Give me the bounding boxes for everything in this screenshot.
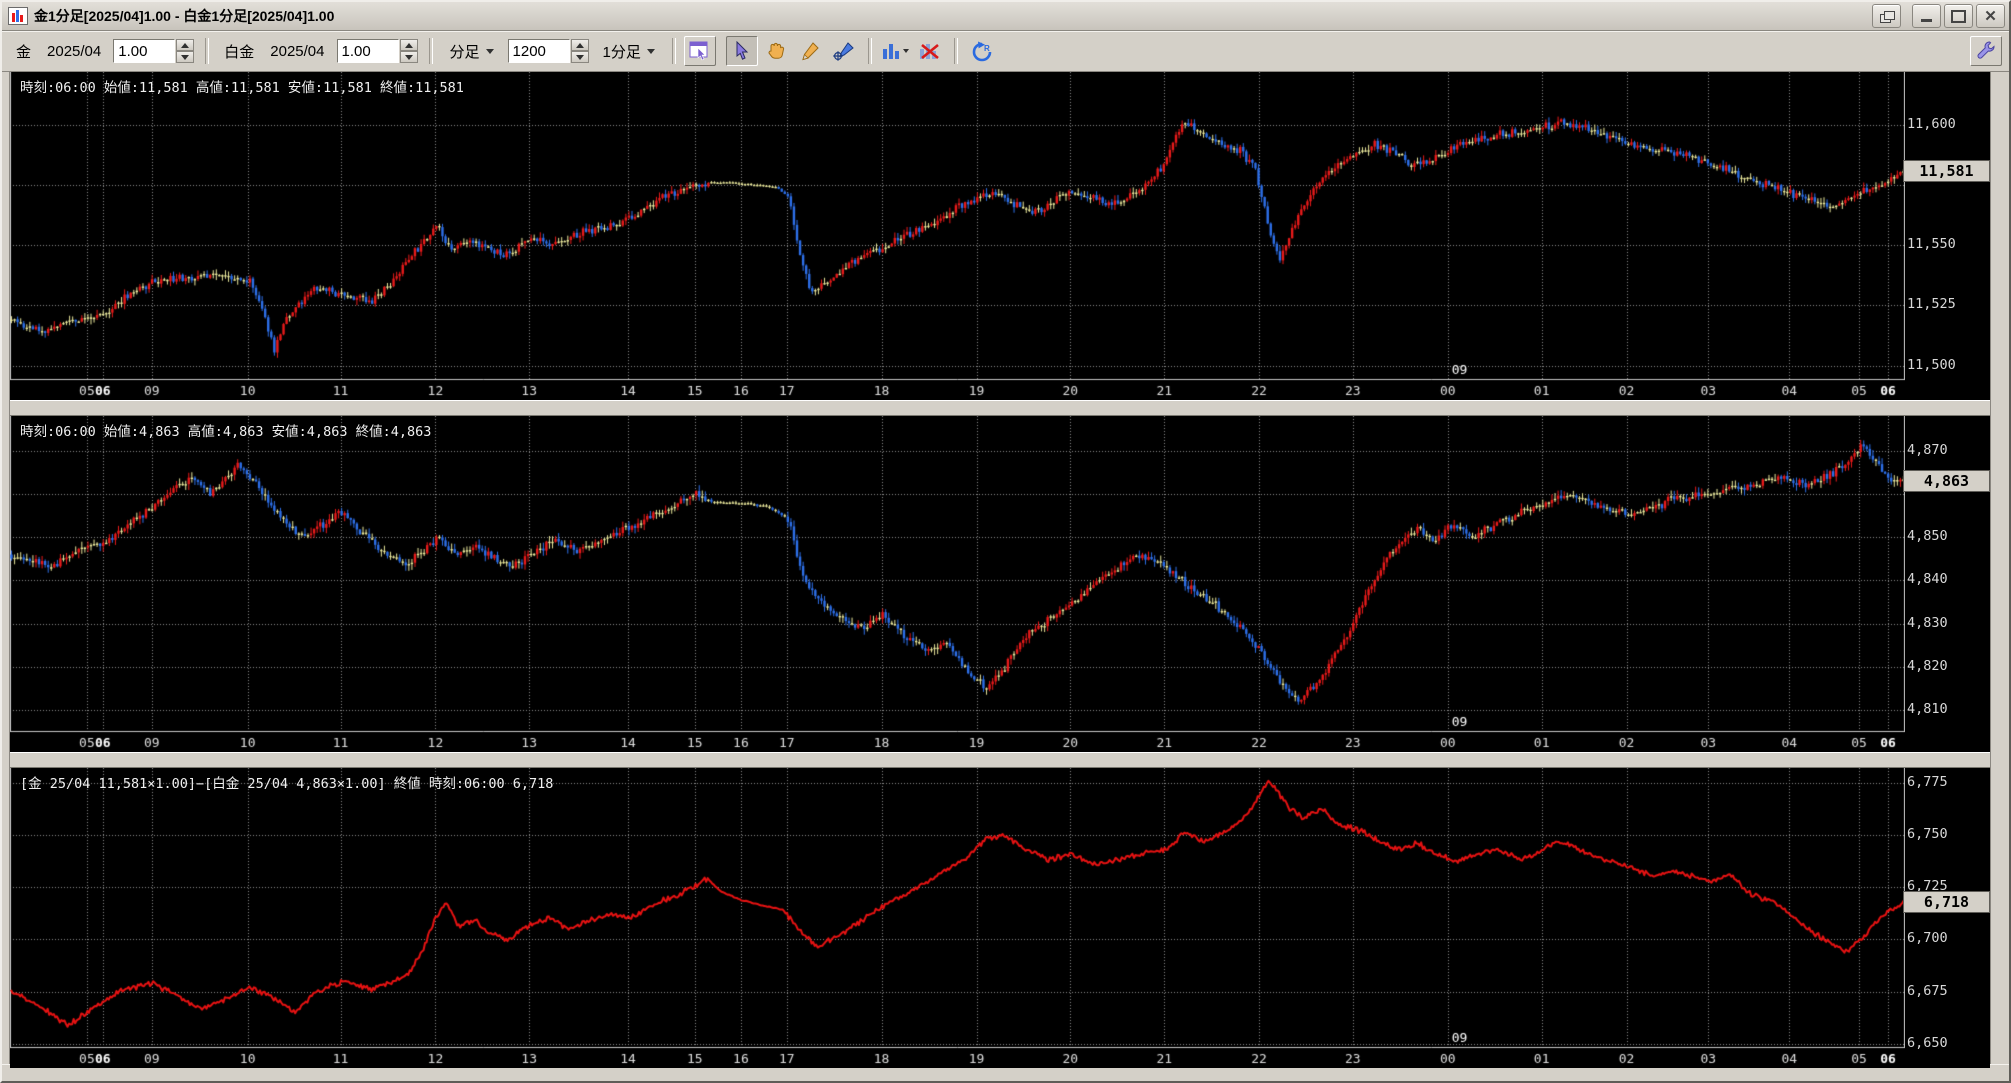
pan-hand-icon — [768, 42, 784, 59]
chart-type-button[interactable] — [880, 36, 912, 66]
delete-drawing-icon — [919, 43, 939, 60]
price-tick-label: 4,820 — [1907, 658, 1948, 675]
price-tick-label: 4,830 — [1907, 614, 1948, 631]
cascade-windows-button[interactable] — [1872, 4, 1901, 28]
platinum-multiplier-spinner — [336, 39, 418, 63]
platinum-multiplier-up-button[interactable] — [399, 39, 418, 51]
minimize-icon — [1921, 18, 1932, 22]
period-type-dropdown[interactable]: 分足 — [443, 37, 501, 66]
pencil-icon — [802, 42, 819, 61]
price-tick-label: 4,850 — [1907, 528, 1948, 545]
gold-current-price-box: 11,581 — [1903, 159, 1990, 182]
maximize-icon — [1951, 9, 1966, 23]
gold-candlestick-canvas[interactable] — [10, 72, 1905, 400]
price-tick-label: 6,700 — [1907, 930, 1948, 947]
pan-hand-button[interactable] — [760, 36, 792, 66]
price-tick-label: 4,810 — [1907, 701, 1948, 718]
bar-count-input[interactable] — [507, 39, 570, 63]
maximize-button[interactable] — [1944, 4, 1973, 28]
gold-month-label: 2025/04 — [47, 42, 102, 60]
left-border — [2, 72, 10, 1064]
gold-symbol-label: 金 — [16, 43, 32, 61]
platinum-multiplier-input[interactable] — [336, 39, 399, 63]
period-type-label: 分足 — [449, 43, 480, 61]
platinum-multiplier-down-button[interactable] — [399, 51, 418, 63]
chart-panel-platinum: 時刻:06:00 始値:4,863 高値:4,863 安値:4,863 終値:4… — [10, 416, 1990, 752]
interval-label: 1分足 — [602, 43, 641, 61]
bar-count-up-button[interactable] — [570, 39, 589, 51]
data-window-icon — [689, 41, 708, 61]
toolbar: 金 2025/04 白金 2025/04 分足 — [2, 31, 2009, 72]
window-title: 金1分足[2025/04]1.00 - 白金1分足[2025/04]1.00 — [34, 8, 335, 24]
panel-separator[interactable] — [10, 752, 1990, 768]
select-cursor-icon — [736, 41, 749, 60]
settings-button[interactable] — [1970, 36, 2002, 66]
gold-multiplier-input[interactable] — [113, 39, 176, 63]
gold-ohlc-readout: 時刻:06:00 始値:11,581 高値:11,581 安値:11,581 終… — [20, 80, 464, 96]
price-tick-label: 6,650 — [1907, 1034, 1948, 1051]
chevron-down-icon — [485, 48, 494, 54]
svg-text:R: R — [984, 44, 990, 53]
toolbar-separator — [671, 38, 676, 64]
chart-region: 時刻:06:00 始値:11,581 高値:11,581 安値:11,581 終… — [2, 72, 2009, 1081]
platinum-candlestick-canvas[interactable] — [10, 416, 1905, 752]
gold-multiplier-down-button[interactable] — [176, 51, 195, 63]
toolbar-separator — [205, 38, 210, 64]
refresh-button[interactable]: R — [966, 36, 998, 66]
spread-current-price-box: 6,718 — [1903, 890, 1990, 913]
spread-formula-readout: [金 25/04 11,581×1.00]−[白金 25/04 4,863×1.… — [20, 776, 554, 792]
settings-wrench-icon — [1977, 41, 1995, 59]
toolbar-separator — [867, 38, 872, 64]
price-tick-label: 11,500 — [1907, 356, 1956, 373]
pencil-button[interactable] — [794, 36, 826, 66]
select-cursor-button[interactable] — [725, 36, 758, 66]
gold-multiplier-up-button[interactable] — [176, 39, 195, 51]
price-tick-label: 11,550 — [1907, 236, 1956, 253]
gold-multiplier-spinner — [113, 39, 195, 63]
price-tick-label: 4,840 — [1907, 571, 1948, 588]
close-button[interactable]: ✕ — [1976, 4, 2005, 28]
app-icon — [8, 7, 28, 25]
chevron-down-icon — [646, 48, 655, 54]
platinum-symbol-label: 白金 — [224, 43, 255, 61]
chart-type-icon — [882, 44, 909, 59]
bar-count-spinner — [507, 39, 589, 63]
right-border — [1990, 72, 2009, 1064]
price-tick-label: 6,775 — [1907, 773, 1948, 790]
price-tick-label: 11,525 — [1907, 296, 1956, 313]
app-window: 金1分足[2025/04]1.00 - 白金1分足[2025/04]1.00 ✕… — [0, 0, 2011, 1083]
chart-panel-spread: [金 25/04 11,581×1.00]−[白金 25/04 4,863×1.… — [10, 768, 1990, 1068]
refresh-icon: R — [972, 41, 992, 61]
price-tick-label: 11,600 — [1907, 115, 1956, 132]
trendline-icon — [833, 42, 854, 61]
toolbar-separator — [953, 38, 958, 64]
trendline-button[interactable] — [828, 36, 860, 66]
price-tick-label: 6,675 — [1907, 982, 1948, 999]
gold-price-axis: 11,600 11,550 11,525 11,500 — [1903, 72, 1990, 380]
title-bar[interactable]: 金1分足[2025/04]1.00 - 白金1分足[2025/04]1.00 ✕ — [2, 2, 2009, 31]
minimize-button[interactable] — [1912, 4, 1941, 28]
platinum-ohlc-readout: 時刻:06:00 始値:4,863 高値:4,863 安値:4,863 終値:4… — [20, 424, 432, 440]
data-window-button[interactable] — [683, 36, 716, 66]
delete-drawing-button[interactable] — [914, 36, 946, 66]
platinum-price-axis: 4,870 4,850 4,840 4,830 4,820 4,810 — [1903, 416, 1990, 732]
platinum-month-label: 2025/04 — [270, 42, 325, 60]
spread-line-canvas[interactable] — [10, 768, 1905, 1068]
cascade-icon — [1879, 10, 1895, 23]
interval-dropdown[interactable]: 1分足 — [596, 37, 662, 66]
panel-separator[interactable] — [10, 400, 1990, 416]
bar-count-down-button[interactable] — [570, 51, 589, 63]
price-tick-label: 4,870 — [1907, 441, 1948, 458]
chart-panel-gold: 時刻:06:00 始値:11,581 高値:11,581 安値:11,581 終… — [10, 72, 1990, 400]
toolbar-separator — [428, 38, 433, 64]
platinum-current-price-box: 4,863 — [1903, 469, 1990, 492]
price-tick-label: 6,750 — [1907, 825, 1948, 842]
close-icon: ✕ — [1984, 7, 1997, 25]
